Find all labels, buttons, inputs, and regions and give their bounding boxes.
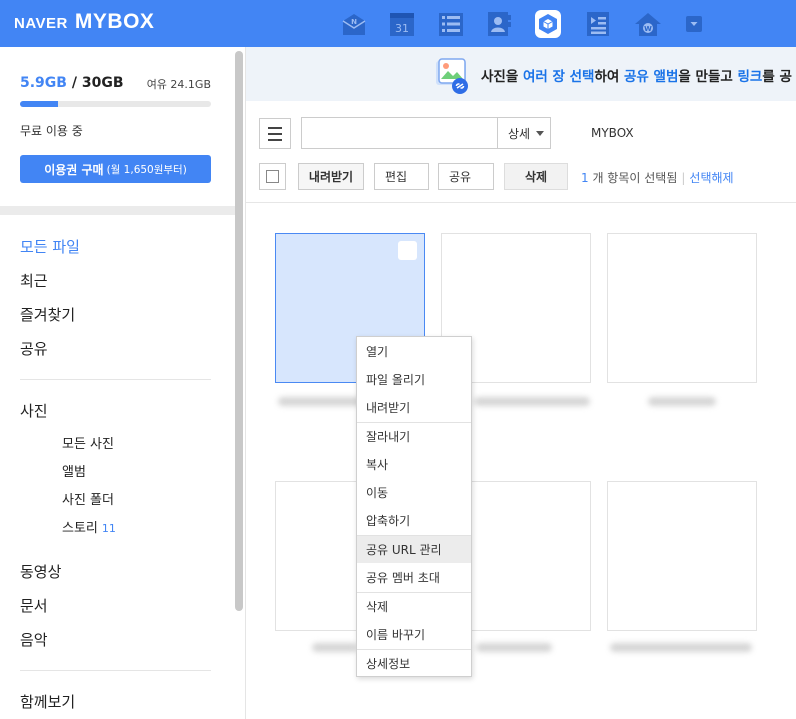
top-header: NAVER MYBOX N 31 W <box>0 0 796 47</box>
nav-shared[interactable]: 공유 <box>20 338 48 359</box>
file-tile[interactable] <box>607 481 757 631</box>
ctx-delete[interactable]: 삭제 <box>357 593 471 620</box>
ctx-move[interactable]: 이동 <box>357 479 471 506</box>
blurred-filename <box>610 643 752 652</box>
share-button[interactable]: 공유 <box>438 163 494 190</box>
blurred-filename <box>278 397 364 406</box>
nav-albums[interactable]: 앨범 <box>62 461 86 480</box>
ctx-rename[interactable]: 이름 바꾸기 <box>357 621 471 648</box>
blurred-filename <box>312 643 358 652</box>
current-path[interactable]: MYBOX <box>591 126 634 140</box>
nav-together[interactable]: 함께보기 <box>20 691 75 712</box>
nav-recent[interactable]: 최근 <box>20 270 48 291</box>
calendar-icon[interactable]: 31 <box>388 10 416 38</box>
storage-bar-fill <box>20 101 58 107</box>
mail-icon[interactable]: N <box>340 10 368 38</box>
house-icon[interactable]: W <box>634 10 662 38</box>
ctx-upload[interactable]: 파일 올리기 <box>357 366 471 393</box>
edit-button[interactable]: 편집 <box>374 163 429 190</box>
ctx-invite-share-member[interactable]: 공유 멤버 초대 <box>357 564 471 591</box>
buy-pass-label: 이용권 구매 <box>44 162 104 177</box>
nav-photo-folders[interactable]: 사진 폴더 <box>62 489 114 508</box>
storage-total: 30GB <box>81 75 124 91</box>
storage-info: 5.9GB / 30GB 여유 24.1GB <box>20 75 211 107</box>
nav-stories[interactable]: 스토리 11 <box>62 517 116 536</box>
context-menu: 열기 파일 올리기 내려받기 잘라내기 복사 이동 압축하기 공유 URL 관리… <box>356 336 472 677</box>
search-input[interactable] <box>301 117 498 149</box>
selection-separator: | <box>681 171 686 185</box>
nav-divider-2 <box>20 670 211 671</box>
ctx-compress[interactable]: 압축하기 <box>357 507 471 534</box>
banner-part-2: 하여 <box>594 69 625 85</box>
content-divider <box>246 202 796 203</box>
house-letter: W <box>644 25 652 33</box>
nav-all-files[interactable]: 모든 파일 <box>20 236 80 257</box>
storage-bar <box>20 101 211 107</box>
banner-highlight-1: 여러 장 선택 <box>522 69 595 85</box>
tile-checkbox[interactable] <box>398 241 417 260</box>
download-button[interactable]: 내려받기 <box>298 163 364 190</box>
buy-pass-price: (월 1,650원부터) <box>106 163 187 176</box>
nav-stories-label: 스토리 <box>62 521 98 536</box>
storage-free: 여유 24.1GB <box>146 78 211 91</box>
nav-divider <box>20 379 211 380</box>
sidebar: 5.9GB / 30GB 여유 24.1GB 무료 이용 중 이용권 구매 (월… <box>0 47 246 719</box>
logo-mybox-text: MYBOX <box>74 10 155 33</box>
buy-pass-button[interactable]: 이용권 구매 (월 1,650원부터) <box>20 155 211 183</box>
ctx-copy[interactable]: 복사 <box>357 451 471 478</box>
app-root: NAVER MYBOX N 31 W 5.9GB / 30GB 여유 24.1G… <box>0 0 796 719</box>
naver-mybox-logo[interactable]: NAVER MYBOX <box>14 10 154 34</box>
more-icon[interactable] <box>680 10 708 38</box>
storage-used: 5.9GB <box>20 75 67 91</box>
sidebar-scrollbar[interactable] <box>235 51 243 611</box>
banner-text: 사진을 여러 장 선택하여 공유 앨범을 만들고 링크를 공 <box>481 65 792 85</box>
logo-naver-text: NAVER <box>14 15 68 32</box>
banner-part-1: 사진을 <box>481 69 523 85</box>
blurred-filename <box>474 397 590 406</box>
nav-videos[interactable]: 동영상 <box>20 561 61 582</box>
nav-music[interactable]: 음악 <box>20 629 48 650</box>
selected-text: 개 항목이 선택됨 <box>588 171 678 185</box>
deselect-link[interactable]: 선택해제 <box>689 171 733 185</box>
selection-info: 1 개 항목이 선택됨 | 선택해제 <box>581 169 734 186</box>
plan-status: 무료 이용 중 <box>20 124 83 138</box>
stories-count: 11 <box>101 522 116 535</box>
mybox-icon[interactable] <box>535 10 561 38</box>
banner-part-3: 을 만들고 <box>678 69 738 85</box>
nav-all-photos[interactable]: 모든 사진 <box>62 433 114 452</box>
banner-highlight-3: 링크 <box>737 69 763 85</box>
ctx-download[interactable]: 내려받기 <box>357 394 471 421</box>
nav-favorites[interactable]: 즐겨찾기 <box>20 304 75 325</box>
chevron-down-icon <box>536 131 544 136</box>
blurred-filename <box>648 397 716 406</box>
shared-album-link-icon <box>432 57 476 101</box>
ctx-share-url-manage[interactable]: 공유 URL 관리 <box>357 536 471 563</box>
banner-highlight-2: 공유 앨범 <box>624 69 679 85</box>
calendar-day: 31 <box>395 22 409 35</box>
memo-icon[interactable] <box>584 10 612 38</box>
mail-letter: N <box>351 18 357 26</box>
hamburger-menu-icon[interactable] <box>259 118 291 149</box>
select-all-checkbox[interactable] <box>259 163 286 190</box>
sidebar-divider <box>0 206 235 215</box>
ctx-details[interactable]: 상세정보 <box>357 650 471 677</box>
contacts-icon[interactable] <box>485 10 513 38</box>
search-detail-label: 상세 <box>508 126 531 141</box>
storage-separator: / <box>71 75 77 91</box>
delete-button[interactable]: 삭제 <box>504 163 568 190</box>
file-tile[interactable] <box>607 233 757 383</box>
ctx-open[interactable]: 열기 <box>357 338 471 365</box>
list-icon[interactable] <box>437 10 465 38</box>
nav-photos[interactable]: 사진 <box>20 400 48 421</box>
selected-count: 1 <box>581 171 589 185</box>
ctx-cut[interactable]: 잘라내기 <box>357 423 471 450</box>
search-detail-select[interactable]: 상세 <box>497 117 551 149</box>
nav-documents[interactable]: 문서 <box>20 595 48 616</box>
blurred-filename <box>476 643 552 652</box>
banner-part-4: 를 공 <box>762 69 792 85</box>
promo-banner[interactable]: 사진을 여러 장 선택하여 공유 앨범을 만들고 링크를 공 <box>246 47 796 101</box>
